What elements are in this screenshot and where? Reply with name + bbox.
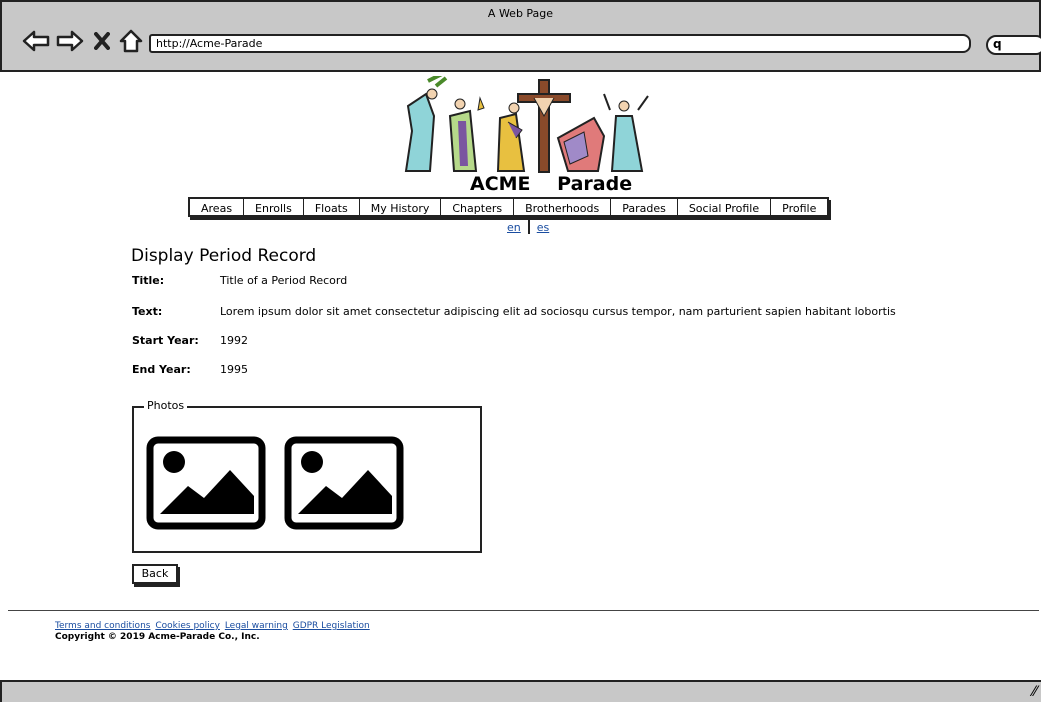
logo-word-acme: ACME — [470, 173, 531, 195]
menu-item-my-history[interactable]: My History — [360, 199, 442, 216]
end-year-value: 1995 — [220, 363, 248, 376]
photos-legend: Photos — [144, 399, 188, 412]
menu-item-chapters[interactable]: Chapters — [441, 199, 515, 216]
back-arrow-icon[interactable] — [22, 30, 50, 52]
title-value: Title of a Period Record — [220, 274, 348, 287]
image-placeholder-icon[interactable] — [146, 436, 266, 530]
text-label: Text: — [132, 305, 163, 318]
menu-item-social-profile[interactable]: Social Profile — [678, 199, 772, 216]
footer-link-cookies[interactable]: Cookies policy — [155, 621, 220, 631]
resize-grip-icon[interactable]: ⁄⁄ — [1032, 684, 1037, 700]
language-link-es[interactable]: es — [537, 221, 550, 234]
browser-search-field[interactable]: q — [986, 35, 1041, 55]
home-icon[interactable] — [118, 29, 144, 53]
logo-word-parade: Parade — [557, 173, 633, 195]
footer-links: Terms and conditions Cookies policy Lega… — [55, 621, 372, 631]
footer-link-legal[interactable]: Legal warning — [225, 621, 288, 631]
search-icon: q — [993, 37, 1002, 51]
menu-item-floats[interactable]: Floats — [304, 199, 360, 216]
main-menu: Areas Enrolls Floats My History Chapters… — [188, 197, 830, 217]
language-separator — [527, 220, 530, 234]
browser-chrome: A Web Page http://Acme-Parade q — [0, 0, 1041, 72]
menu-item-enrolls[interactable]: Enrolls — [244, 199, 304, 216]
start-year-value: 1992 — [220, 334, 248, 347]
menu-item-brotherhoods[interactable]: Brotherhoods — [514, 199, 612, 216]
text-value: Lorem ipsum dolor sit amet consectetur a… — [220, 305, 896, 318]
photos-group: Photos — [132, 399, 482, 553]
page-title: Display Period Record — [131, 246, 317, 266]
copyright-text: Copyright © 2019 Acme-Parade Co., Inc. — [55, 632, 260, 642]
window-title: A Web Page — [487, 7, 554, 20]
title-label: Title: — [132, 274, 165, 287]
image-placeholder-icon[interactable] — [284, 436, 404, 530]
menu-item-areas[interactable]: Areas — [190, 199, 245, 216]
menu-item-parades[interactable]: Parades — [611, 199, 678, 216]
status-bar: ⁄⁄ — [0, 680, 1041, 702]
language-switcher: en es — [507, 220, 549, 234]
address-bar-url: http://Acme-Parade — [156, 37, 263, 50]
logo-wordmark: ACME Parade — [470, 173, 632, 195]
stop-icon[interactable] — [94, 32, 110, 50]
footer-link-gdpr[interactable]: GDPR Legislation — [293, 621, 370, 631]
forward-arrow-icon[interactable] — [56, 30, 84, 52]
menu-item-profile[interactable]: Profile — [771, 199, 827, 216]
language-link-en[interactable]: en — [507, 221, 521, 234]
footer-divider — [8, 610, 1039, 611]
footer-link-terms[interactable]: Terms and conditions — [55, 621, 150, 631]
end-year-label: End Year: — [132, 363, 191, 376]
address-bar[interactable]: http://Acme-Parade — [149, 34, 971, 53]
start-year-label: Start Year: — [132, 334, 199, 347]
back-button[interactable]: Back — [132, 564, 178, 584]
